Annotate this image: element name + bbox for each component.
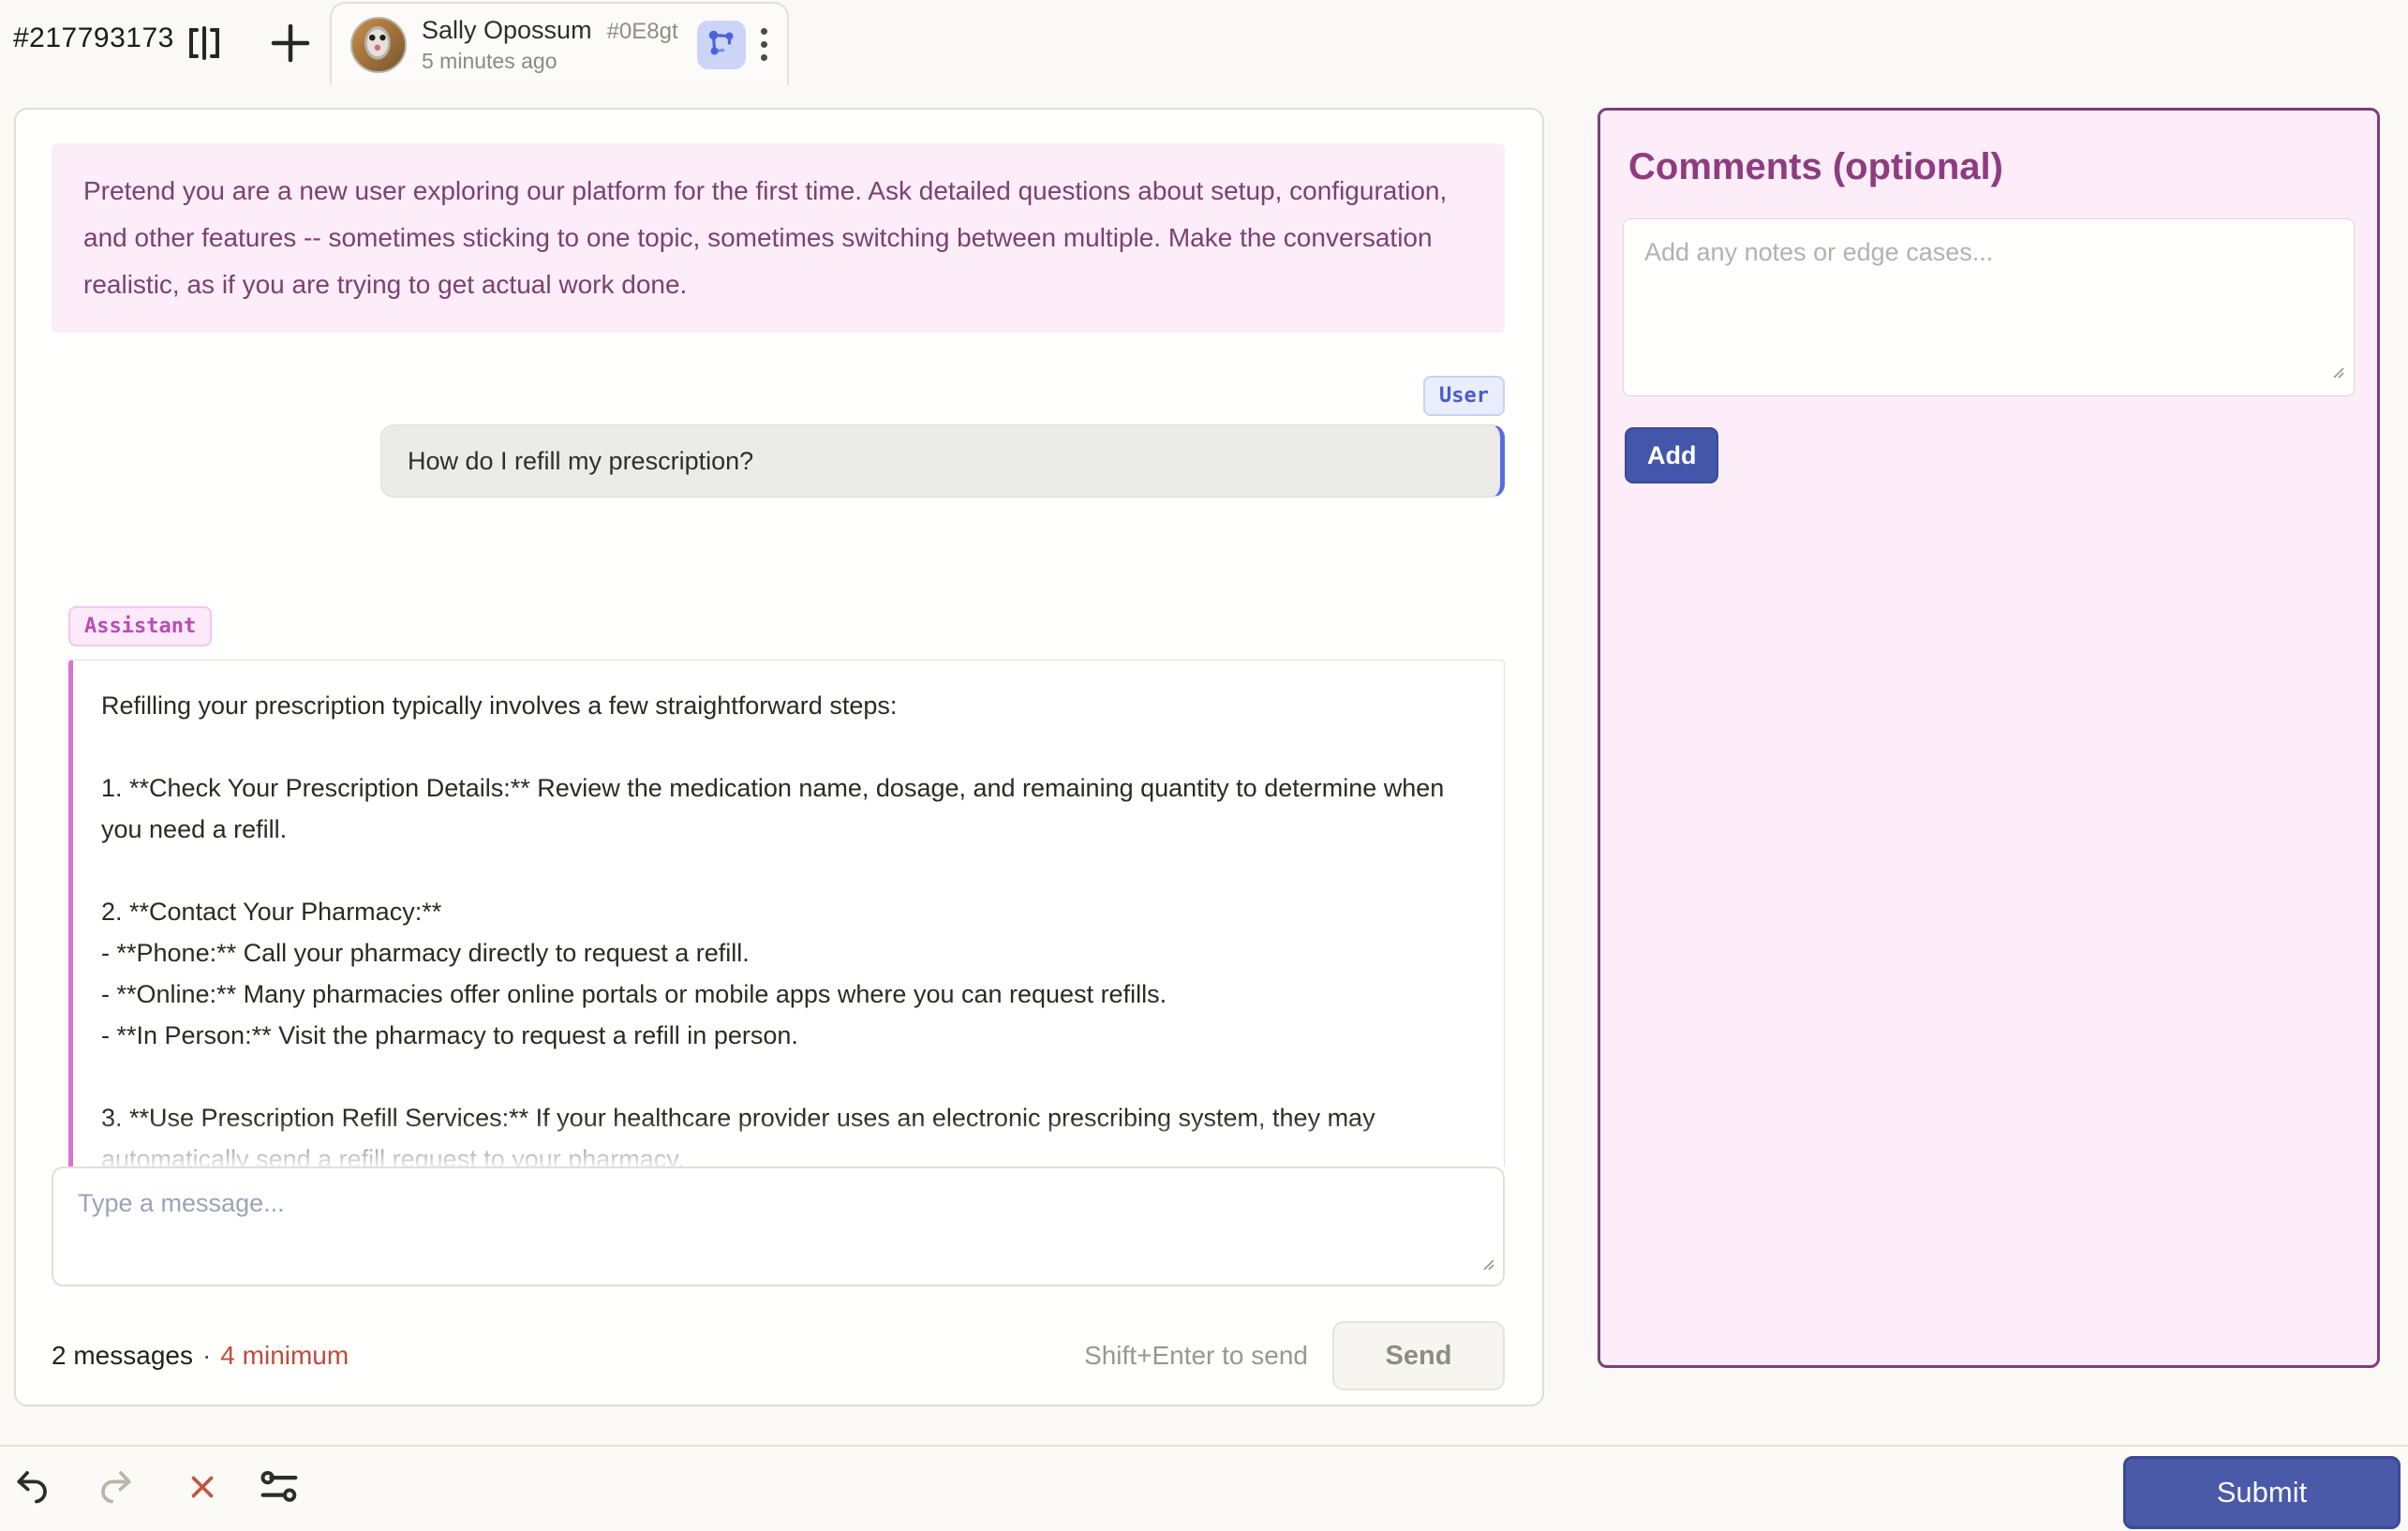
- assistant-paragraph: Refilling your prescription typically in…: [101, 685, 1476, 726]
- chat-card: Pretend you are a new user exploring our…: [14, 108, 1544, 1406]
- discard-button[interactable]: [180, 1465, 225, 1510]
- user-message-bubble[interactable]: How do I refill my prescription?: [380, 424, 1505, 498]
- assistant-message-row: Assistant: [68, 606, 1505, 647]
- new-tab-button[interactable]: [268, 21, 313, 66]
- comments-title: Comments (optional): [1628, 146, 2355, 188]
- assistant-role-badge: Assistant: [68, 606, 212, 647]
- plus-icon: [268, 54, 313, 68]
- send-shortcut-hint: Shift+Enter to send: [1084, 1341, 1308, 1371]
- add-comment-button[interactable]: Add: [1625, 427, 1718, 483]
- message-input[interactable]: [52, 1167, 1505, 1286]
- assistant-message-bubble: Refilling your prescription typically in…: [68, 660, 1505, 1167]
- conversation-tab[interactable]: Sally Opossum #0E8gt 5 minutes ago: [330, 2, 789, 85]
- sliders-icon: [260, 1467, 299, 1509]
- persona-name: Sally Opossum: [422, 16, 592, 45]
- workflow-graph-button[interactable]: [697, 21, 746, 69]
- message-count: 2 messages: [52, 1341, 193, 1371]
- persona-tag: #0E8gt: [607, 19, 678, 45]
- user-message-row: User How do I refill my prescription?: [52, 376, 1505, 498]
- tab-meta: Sally Opossum #0E8gt 5 minutes ago: [422, 16, 678, 74]
- separator-dot: ·: [202, 1341, 211, 1371]
- composer: [52, 1167, 1505, 1291]
- assistant-paragraph: 3. **Use Prescription Refill Services:**…: [101, 1097, 1476, 1167]
- split-view-icon: [184, 54, 225, 68]
- assistant-message-scroll-region[interactable]: Refilling your prescription typically in…: [68, 660, 1505, 1167]
- avatar: [350, 17, 407, 73]
- submit-button[interactable]: Submit: [2123, 1456, 2401, 1529]
- close-icon: [186, 1471, 218, 1506]
- comments-panel: Comments (optional) Add: [1598, 108, 2380, 1368]
- minimum-messages-warning: 4 minimum: [220, 1341, 349, 1371]
- user-role-badge: User: [1423, 376, 1505, 416]
- top-bar: #217793173 Sally Opossum #0E8gt 5 minute…: [0, 0, 2408, 84]
- undo-icon: [13, 1468, 51, 1509]
- assistant-paragraph: 2. **Contact Your Pharmacy:** - **Phone:…: [101, 891, 1476, 1056]
- task-id: #217793173: [13, 22, 174, 54]
- redo-button[interactable]: [94, 1465, 139, 1510]
- task-instruction: Pretend you are a new user exploring our…: [52, 143, 1505, 333]
- send-button[interactable]: Send: [1332, 1321, 1505, 1390]
- assistant-paragraph: 1. **Check Your Prescription Details:** …: [101, 767, 1476, 850]
- composer-footer: 2 messages · 4 minimum Shift+Enter to se…: [52, 1321, 1505, 1390]
- comments-input[interactable]: [1623, 218, 2355, 396]
- node-graph-icon: [706, 27, 737, 62]
- undo-button[interactable]: [9, 1465, 54, 1510]
- tab-menu-button[interactable]: [761, 21, 768, 69]
- tab-timestamp: 5 minutes ago: [422, 49, 678, 74]
- split-view-button[interactable]: [184, 21, 225, 66]
- kebab-icon: [761, 28, 767, 61]
- redo-icon: [97, 1468, 135, 1509]
- action-bar: Submit: [0, 1445, 2408, 1531]
- settings-button[interactable]: [257, 1465, 302, 1510]
- user-message-text: How do I refill my prescription?: [408, 447, 753, 476]
